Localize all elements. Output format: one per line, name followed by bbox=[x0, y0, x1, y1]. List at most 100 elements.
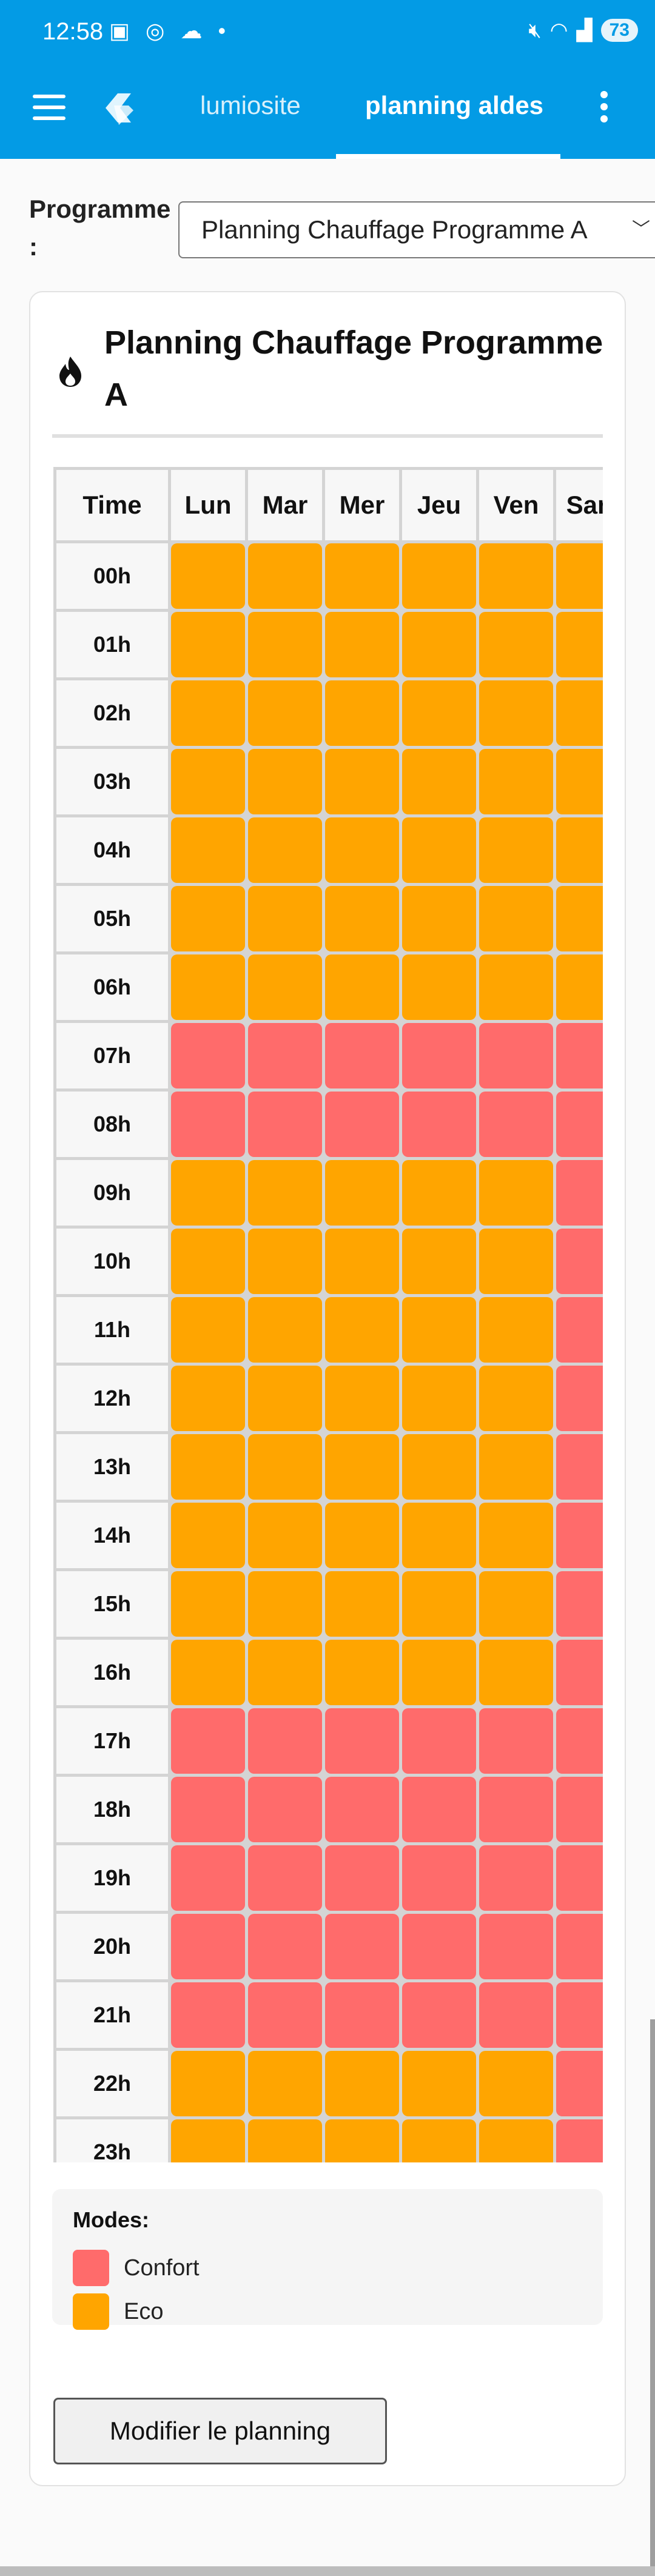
schedule-slot-confort[interactable] bbox=[556, 1297, 603, 1363]
schedule-slot-eco[interactable] bbox=[479, 1640, 553, 1705]
schedule-slot-eco[interactable] bbox=[171, 749, 245, 814]
schedule-slot-eco[interactable] bbox=[171, 612, 245, 677]
schedule-slot-confort[interactable] bbox=[556, 1914, 603, 1979]
schedule-slot-eco[interactable] bbox=[325, 1297, 399, 1363]
schedule-slot-confort[interactable] bbox=[171, 1777, 245, 1842]
schedule-slot-confort[interactable] bbox=[479, 1092, 553, 1157]
schedule-slot-eco[interactable] bbox=[402, 886, 476, 951]
schedule-slot-confort[interactable] bbox=[248, 1777, 322, 1842]
schedule-slot-eco[interactable] bbox=[556, 954, 603, 1020]
schedule-slot-eco[interactable] bbox=[171, 817, 245, 883]
schedule-slot-confort[interactable] bbox=[171, 1845, 245, 1911]
schedule-slot-eco[interactable] bbox=[171, 2051, 245, 2116]
schedule-slot-eco[interactable] bbox=[171, 543, 245, 609]
schedule-slot-confort[interactable] bbox=[248, 1092, 322, 1157]
schedule-slot-eco[interactable] bbox=[402, 954, 476, 1020]
schedule-slot-confort[interactable] bbox=[325, 1708, 399, 1774]
schedule-slot-confort[interactable] bbox=[556, 2119, 603, 2162]
schedule-slot-confort[interactable] bbox=[556, 1503, 603, 1568]
schedule-slot-eco[interactable] bbox=[479, 612, 553, 677]
schedule-slot-eco[interactable] bbox=[248, 543, 322, 609]
schedule-slot-eco[interactable] bbox=[479, 1434, 553, 1500]
schedule-slot-confort[interactable] bbox=[479, 1845, 553, 1911]
schedule-slot-confort[interactable] bbox=[556, 1640, 603, 1705]
schedule-slot-confort[interactable] bbox=[171, 1023, 245, 1088]
schedule-slot-eco[interactable] bbox=[479, 954, 553, 1020]
schedule-slot-eco[interactable] bbox=[171, 886, 245, 951]
schedule-slot-eco[interactable] bbox=[248, 954, 322, 1020]
schedule-slot-eco[interactable] bbox=[171, 1434, 245, 1500]
schedule-slot-confort[interactable] bbox=[556, 1982, 603, 2048]
schedule-slot-confort[interactable] bbox=[402, 1708, 476, 1774]
schedule-slot-eco[interactable] bbox=[402, 1503, 476, 1568]
schedule-slot-eco[interactable] bbox=[248, 1571, 322, 1637]
schedule-slot-confort[interactable] bbox=[556, 1708, 603, 1774]
schedule-slot-confort[interactable] bbox=[402, 1982, 476, 2048]
schedule-slot-confort[interactable] bbox=[248, 1845, 322, 1911]
schedule-slot-eco[interactable] bbox=[325, 886, 399, 951]
schedule-slot-eco[interactable] bbox=[402, 1434, 476, 1500]
schedule-slot-eco[interactable] bbox=[171, 680, 245, 746]
schedule-slot-eco[interactable] bbox=[402, 1366, 476, 1431]
schedule-slot-eco[interactable] bbox=[325, 1503, 399, 1568]
schedule-grid-viewport[interactable]: TimeLunMarMerJeuVenSam 00h01h02h03h04h05h… bbox=[53, 467, 603, 2162]
schedule-slot-eco[interactable] bbox=[402, 2119, 476, 2162]
schedule-slot-eco[interactable] bbox=[325, 954, 399, 1020]
schedule-slot-confort[interactable] bbox=[479, 1777, 553, 1842]
schedule-slot-eco[interactable] bbox=[402, 817, 476, 883]
schedule-slot-confort[interactable] bbox=[556, 1845, 603, 1911]
schedule-slot-confort[interactable] bbox=[556, 1434, 603, 1500]
schedule-slot-eco[interactable] bbox=[248, 1160, 322, 1226]
schedule-slot-eco[interactable] bbox=[556, 543, 603, 609]
schedule-slot-eco[interactable] bbox=[325, 612, 399, 677]
schedule-slot-confort[interactable] bbox=[171, 1708, 245, 1774]
schedule-slot-eco[interactable] bbox=[171, 1503, 245, 1568]
schedule-slot-eco[interactable] bbox=[325, 680, 399, 746]
schedule-slot-eco[interactable] bbox=[479, 1160, 553, 1226]
schedule-slot-eco[interactable] bbox=[171, 1297, 245, 1363]
schedule-slot-confort[interactable] bbox=[325, 1982, 399, 2048]
schedule-slot-eco[interactable] bbox=[248, 612, 322, 677]
schedule-slot-eco[interactable] bbox=[556, 680, 603, 746]
schedule-slot-confort[interactable] bbox=[325, 1777, 399, 1842]
schedule-slot-confort[interactable] bbox=[402, 1092, 476, 1157]
schedule-slot-confort[interactable] bbox=[325, 1092, 399, 1157]
schedule-slot-eco[interactable] bbox=[479, 2119, 553, 2162]
menu-icon[interactable] bbox=[33, 95, 66, 121]
schedule-slot-eco[interactable] bbox=[479, 886, 553, 951]
schedule-slot-confort[interactable] bbox=[248, 1708, 322, 1774]
schedule-slot-eco[interactable] bbox=[248, 1297, 322, 1363]
schedule-slot-confort[interactable] bbox=[556, 1366, 603, 1431]
tab-lumiosite[interactable]: lumiosite bbox=[200, 91, 301, 120]
schedule-slot-eco[interactable] bbox=[479, 1297, 553, 1363]
schedule-slot-eco[interactable] bbox=[248, 680, 322, 746]
schedule-slot-eco[interactable] bbox=[325, 543, 399, 609]
schedule-slot-confort[interactable] bbox=[325, 1914, 399, 1979]
schedule-slot-eco[interactable] bbox=[402, 2051, 476, 2116]
schedule-slot-eco[interactable] bbox=[325, 1160, 399, 1226]
schedule-slot-confort[interactable] bbox=[479, 1023, 553, 1088]
schedule-slot-confort[interactable] bbox=[402, 1777, 476, 1842]
schedule-slot-eco[interactable] bbox=[556, 817, 603, 883]
schedule-slot-eco[interactable] bbox=[325, 2119, 399, 2162]
schedule-slot-eco[interactable] bbox=[402, 1160, 476, 1226]
schedule-slot-eco[interactable] bbox=[402, 1640, 476, 1705]
schedule-slot-eco[interactable] bbox=[402, 612, 476, 677]
schedule-slot-confort[interactable] bbox=[556, 1229, 603, 1294]
schedule-slot-eco[interactable] bbox=[325, 817, 399, 883]
schedule-slot-eco[interactable] bbox=[556, 886, 603, 951]
schedule-slot-eco[interactable] bbox=[479, 543, 553, 609]
schedule-slot-eco[interactable] bbox=[479, 680, 553, 746]
schedule-slot-eco[interactable] bbox=[248, 1229, 322, 1294]
scrollbar[interactable] bbox=[650, 2019, 655, 2576]
schedule-slot-eco[interactable] bbox=[248, 2119, 322, 2162]
schedule-slot-eco[interactable] bbox=[402, 543, 476, 609]
schedule-slot-confort[interactable] bbox=[171, 1092, 245, 1157]
schedule-slot-confort[interactable] bbox=[479, 1708, 553, 1774]
more-options-icon[interactable] bbox=[599, 91, 609, 125]
edit-planning-button[interactable]: Modifier le planning bbox=[53, 2398, 387, 2464]
schedule-slot-eco[interactable] bbox=[325, 749, 399, 814]
schedule-slot-confort[interactable] bbox=[402, 1023, 476, 1088]
schedule-slot-eco[interactable] bbox=[402, 680, 476, 746]
schedule-slot-confort[interactable] bbox=[402, 1845, 476, 1911]
